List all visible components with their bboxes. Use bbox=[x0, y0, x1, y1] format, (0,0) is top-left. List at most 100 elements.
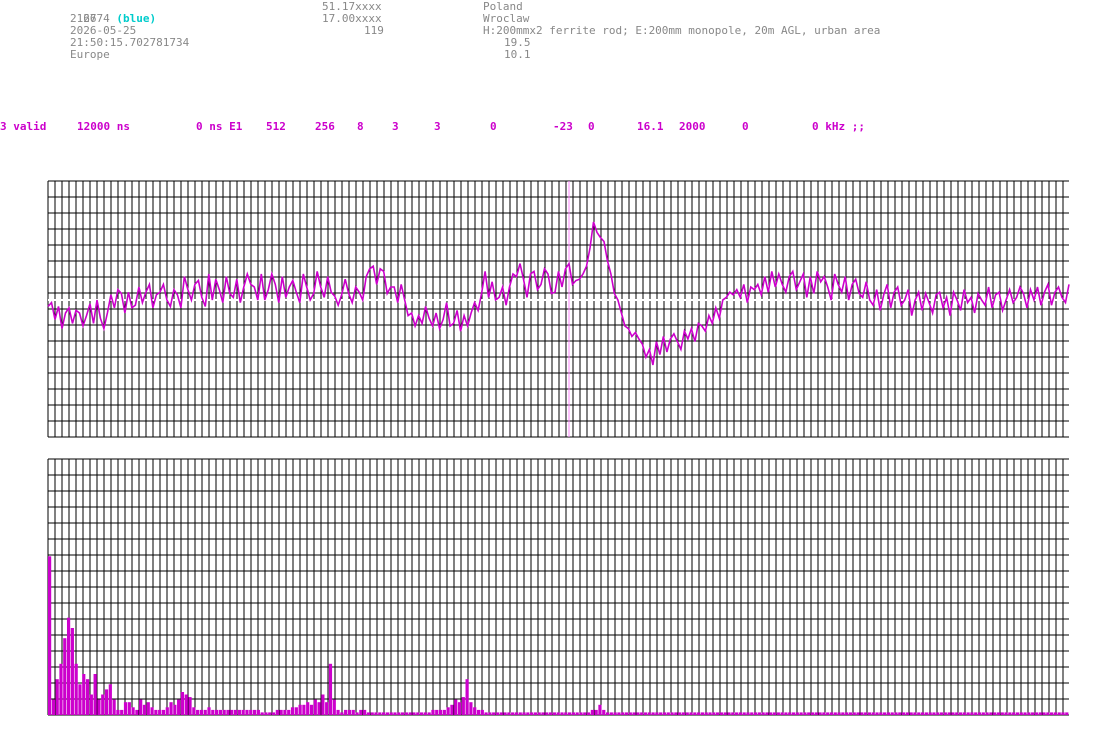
spectrum-bar bbox=[419, 712, 424, 715]
spectrum-bar bbox=[180, 692, 185, 715]
spectrum-bar bbox=[898, 712, 902, 715]
spectrum-bar bbox=[913, 712, 917, 715]
spectrum-bar bbox=[579, 712, 583, 715]
spectrum-bar bbox=[848, 712, 853, 715]
spectrum-bar bbox=[389, 712, 393, 715]
spectrum-bar bbox=[199, 709, 204, 715]
spectrum-bar bbox=[268, 712, 272, 715]
spectrum-bar bbox=[260, 712, 264, 715]
spectrum-bar bbox=[1050, 712, 1054, 715]
spectrum-bar bbox=[256, 709, 260, 715]
spectrum-bar bbox=[264, 712, 268, 715]
spectrum-bar bbox=[344, 709, 348, 715]
spectrum-bar bbox=[507, 712, 511, 715]
spectrum-bar bbox=[230, 709, 234, 715]
spectrum-bar bbox=[678, 712, 682, 715]
spectrum-bar bbox=[643, 712, 648, 715]
spectrum-bar bbox=[457, 702, 462, 715]
spectrum-bar bbox=[404, 712, 408, 715]
spectrum-bar bbox=[131, 707, 135, 715]
spectrum-bar bbox=[594, 709, 598, 715]
spectrum-bar bbox=[1004, 712, 1008, 715]
spectrum-bar bbox=[317, 702, 321, 715]
spectrum-bar bbox=[347, 709, 352, 715]
spectrum-bar bbox=[655, 712, 659, 715]
spectrum-bar bbox=[636, 712, 640, 715]
spectrum-bar bbox=[287, 709, 291, 715]
spectrum-bar bbox=[1031, 712, 1035, 715]
spectrum-bar bbox=[894, 712, 898, 715]
spectrum-bar bbox=[63, 638, 67, 715]
spectrum-bar bbox=[400, 712, 405, 715]
spectrum-bar bbox=[473, 707, 477, 715]
waveform-grid bbox=[47, 180, 1069, 438]
spectrum-bar bbox=[438, 709, 443, 715]
spectrum-bar bbox=[139, 699, 143, 715]
spectrum-bar bbox=[712, 712, 716, 715]
spectrum-bar bbox=[784, 712, 788, 715]
spectrum-bar bbox=[829, 712, 834, 715]
spectrum-bar bbox=[142, 704, 147, 715]
spectrum-bar bbox=[336, 709, 340, 715]
spectrum-bar bbox=[955, 712, 959, 715]
spectrum-bar bbox=[871, 712, 875, 715]
spectrum-bar bbox=[867, 712, 872, 715]
spectrum-bar bbox=[659, 712, 663, 715]
spectrum-bar bbox=[382, 712, 386, 715]
spectrum-bar bbox=[951, 712, 955, 715]
spectrum-bar bbox=[989, 712, 993, 715]
spectrum-bar bbox=[431, 709, 435, 715]
spectrum-bar bbox=[674, 712, 678, 715]
spectrum-bar bbox=[469, 702, 473, 715]
spectrum-bar bbox=[328, 663, 333, 715]
spectrum-bar bbox=[996, 712, 1001, 715]
spectrum-bar bbox=[939, 712, 944, 715]
spectrum-bar bbox=[583, 712, 587, 715]
spectrum-bar bbox=[545, 712, 549, 715]
spectrum-bar bbox=[245, 709, 249, 715]
spectrum-bar bbox=[993, 712, 997, 715]
spectrum-bar bbox=[252, 709, 257, 715]
spectrum-bar bbox=[716, 712, 720, 715]
plots-canvas bbox=[47, 180, 1070, 716]
spectrum-bar bbox=[697, 712, 701, 715]
spectrum-bar bbox=[864, 712, 868, 715]
spectrum-bar bbox=[1027, 712, 1031, 715]
spectrum-bar bbox=[833, 712, 837, 715]
spectrum-bar bbox=[518, 712, 522, 715]
spectrum-bar bbox=[241, 709, 245, 715]
spectrum-bar bbox=[116, 709, 120, 715]
spectrum-bar bbox=[332, 699, 336, 715]
spectrum-bar bbox=[564, 712, 568, 715]
spectrum-bar bbox=[1000, 712, 1004, 715]
spectrum-bar bbox=[818, 712, 822, 715]
spectrum-bar bbox=[598, 704, 602, 715]
spectrum-bar bbox=[761, 712, 765, 715]
spectrum-bar bbox=[169, 702, 173, 715]
spectrum-bar bbox=[484, 712, 488, 715]
spectrum-bar bbox=[290, 707, 295, 715]
spectrum-bar bbox=[617, 712, 621, 715]
spectrum-bar bbox=[93, 674, 97, 715]
spectrum-bar bbox=[746, 712, 750, 715]
spectrum-bar bbox=[492, 712, 496, 715]
spectrum-bar bbox=[321, 694, 325, 715]
spectrum-bar bbox=[917, 712, 921, 715]
spectrum-bar bbox=[860, 712, 864, 715]
spectrum-bar bbox=[70, 628, 74, 715]
spectrum-bar bbox=[826, 712, 830, 715]
spectrum-bar bbox=[522, 712, 526, 715]
spectrum-bar bbox=[211, 709, 215, 715]
spectrum-bar bbox=[886, 712, 891, 715]
spectrum-bar bbox=[841, 712, 845, 715]
spectrum-bar bbox=[1061, 712, 1065, 715]
spectrum-bar bbox=[374, 712, 378, 715]
spectrum-bar bbox=[55, 679, 59, 715]
spectrum-bar bbox=[723, 712, 727, 715]
spectrum-bar bbox=[378, 712, 382, 715]
spectrum-bar bbox=[412, 712, 416, 715]
spectrum-bar bbox=[769, 712, 773, 715]
spectrum-bar bbox=[97, 699, 101, 715]
spectrum-bar bbox=[750, 712, 754, 715]
spectrum-bar bbox=[640, 712, 644, 715]
